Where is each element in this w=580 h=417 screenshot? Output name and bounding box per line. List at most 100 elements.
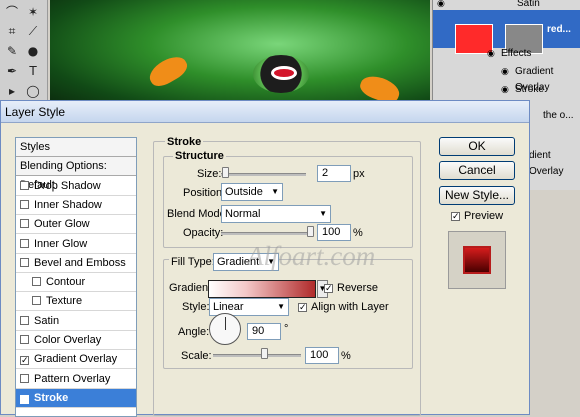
position-value: Outside (225, 186, 263, 198)
style-item-outer-glow[interactable]: Outer Glow (16, 215, 136, 235)
style-item-drop-shadow[interactable]: Drop Shadow (16, 177, 136, 196)
slice-icon[interactable]: ⟋ (24, 22, 42, 40)
style-item-blending-options-default[interactable]: Blending Options: Default (16, 157, 136, 191)
dialog-titlebar[interactable]: Layer Style (1, 101, 529, 123)
layer-row[interactable]: the o... (543, 108, 580, 124)
style-item-inner-shadow[interactable]: Inner Shadow (16, 196, 136, 215)
style-item-label: Texture (46, 295, 83, 308)
style-item-contour[interactable]: Contour (16, 273, 136, 293)
style-item-satin[interactable]: Satin (16, 312, 136, 331)
scale-slider[interactable] (213, 354, 301, 357)
size-slider-thumb[interactable] (222, 167, 229, 178)
checkbox[interactable] (20, 373, 29, 383)
lasso-icon[interactable]: ⌒ (3, 3, 21, 21)
checkbox[interactable] (20, 238, 29, 248)
style-item-label: Inner Shadow (34, 198, 102, 211)
structure-title: Structure (173, 150, 226, 162)
eye-icon[interactable]: ◉ (487, 46, 495, 62)
cancel-button[interactable]: Cancel (439, 161, 515, 180)
checkbox[interactable] (32, 277, 41, 287)
checkbox[interactable] (20, 315, 29, 325)
scale-input[interactable]: 100 (305, 347, 339, 364)
position-select[interactable]: Outside ▼ (221, 183, 283, 201)
layer-effect-gradient-overlay[interactable]: ◉ Gradient Overlay (433, 64, 580, 93)
layer-style-dialog: Layer Style Styles Blending Options: Defa… (0, 100, 530, 417)
preview-checkbox[interactable]: ✓ (451, 212, 460, 221)
style-item-label: Satin (34, 314, 60, 327)
opacity-slider[interactable] (221, 232, 311, 235)
layer-name: red... (547, 24, 571, 35)
scale-slider-thumb[interactable] (261, 348, 268, 359)
position-label: Position: (183, 187, 226, 199)
gradient-style-value: Linear (213, 301, 244, 313)
style-item-texture[interactable]: Texture (16, 292, 136, 312)
style-item-styles[interactable]: Styles (16, 138, 136, 157)
layer-effect-stroke[interactable]: ◉ Stroke (433, 82, 580, 98)
eye-icon[interactable]: ◉ (501, 64, 509, 80)
crop-icon[interactable]: ⌗ (3, 22, 21, 40)
ok-button[interactable]: OK (439, 137, 515, 156)
checkbox[interactable] (20, 335, 29, 344)
angle-unit: ° (284, 323, 289, 335)
layer-row-selected[interactable]: red... (433, 10, 580, 54)
opacity-slider-thumb[interactable] (307, 226, 314, 237)
style-item-gradient-overlay[interactable]: ✓ Gradient Overlay (16, 350, 136, 370)
type-icon[interactable]: T (24, 62, 42, 80)
gradient-picker[interactable] (208, 280, 316, 298)
angle-dial[interactable] (209, 313, 241, 345)
effect-label: dient Overlay (529, 150, 564, 177)
blend-mode-select[interactable]: Normal ▼ (221, 205, 331, 223)
scale-label: Scale: (181, 350, 212, 362)
scale-unit: % (341, 350, 351, 362)
stroke-group-title: Stroke (165, 136, 204, 148)
size-label: Size: (197, 168, 222, 180)
style-item-color-overlay[interactable]: Color Overlay (16, 331, 136, 350)
fill-type-label: Fill Type: (169, 256, 217, 268)
new-style-button[interactable]: New Style... (439, 186, 515, 205)
dialog-title: Layer Style (5, 105, 66, 119)
style-item-bevel-and-emboss[interactable]: Bevel and Emboss (16, 254, 136, 273)
pen-icon[interactable]: ✒ (3, 62, 21, 80)
checkbox[interactable] (20, 257, 29, 267)
style-item-inner-glow[interactable]: Inner Glow (16, 235, 136, 254)
reverse-checkbox[interactable]: ✓ (324, 284, 333, 293)
size-input[interactable]: 2 (317, 165, 351, 182)
reverse-label: Reverse (337, 282, 378, 294)
canvas-frog-image (50, 0, 430, 110)
size-unit: px (353, 168, 365, 180)
magic-wand-icon[interactable]: ✶ (24, 3, 42, 21)
checkbox[interactable] (20, 199, 29, 209)
blend-mode-value: Normal (225, 208, 261, 220)
chevron-down-icon: ▼ (271, 187, 279, 196)
preview-swatch (463, 246, 491, 274)
style-item-label: Stroke (34, 391, 69, 404)
angle-input[interactable]: 90 (247, 323, 281, 340)
checkbox[interactable]: ✓ (20, 356, 29, 366)
style-item-label: Drop Shadow (34, 179, 101, 192)
style-item-label: Gradient Overlay (34, 353, 118, 366)
blend-mode-label: Blend Mode: (167, 208, 229, 220)
checkbox[interactable] (20, 219, 29, 229)
layer-name: the o... (543, 110, 574, 121)
opacity-input[interactable]: 100 (317, 224, 351, 241)
checkbox[interactable] (32, 296, 41, 306)
angle-needle (225, 317, 226, 330)
watermark: Alfoart.com (247, 241, 376, 271)
opacity-unit: % (353, 227, 363, 239)
checkbox[interactable]: ✓ (20, 394, 29, 404)
layer-effects-group[interactable]: ◉ Effects (433, 46, 580, 62)
style-item-stroke[interactable]: ✓ Stroke (16, 388, 136, 408)
path-selection-icon[interactable]: ▸ (3, 82, 21, 100)
size-slider[interactable] (221, 173, 306, 176)
preview-label: Preview (464, 210, 504, 222)
dodge-icon[interactable]: ● (24, 42, 42, 60)
align-with-layer-checkbox[interactable]: ✓ (298, 303, 307, 312)
chevron-down-icon: ▼ (319, 209, 327, 218)
frog-foot (145, 51, 191, 91)
brush-icon[interactable]: ✎ (3, 42, 21, 60)
style-item-label: Styles (20, 141, 50, 153)
eye-icon[interactable]: ◉ (501, 82, 509, 98)
style-item-pattern-overlay[interactable]: Pattern Overlay (16, 370, 136, 389)
checkbox[interactable] (20, 180, 29, 190)
ellipse-icon[interactable]: ◯ (24, 82, 42, 100)
